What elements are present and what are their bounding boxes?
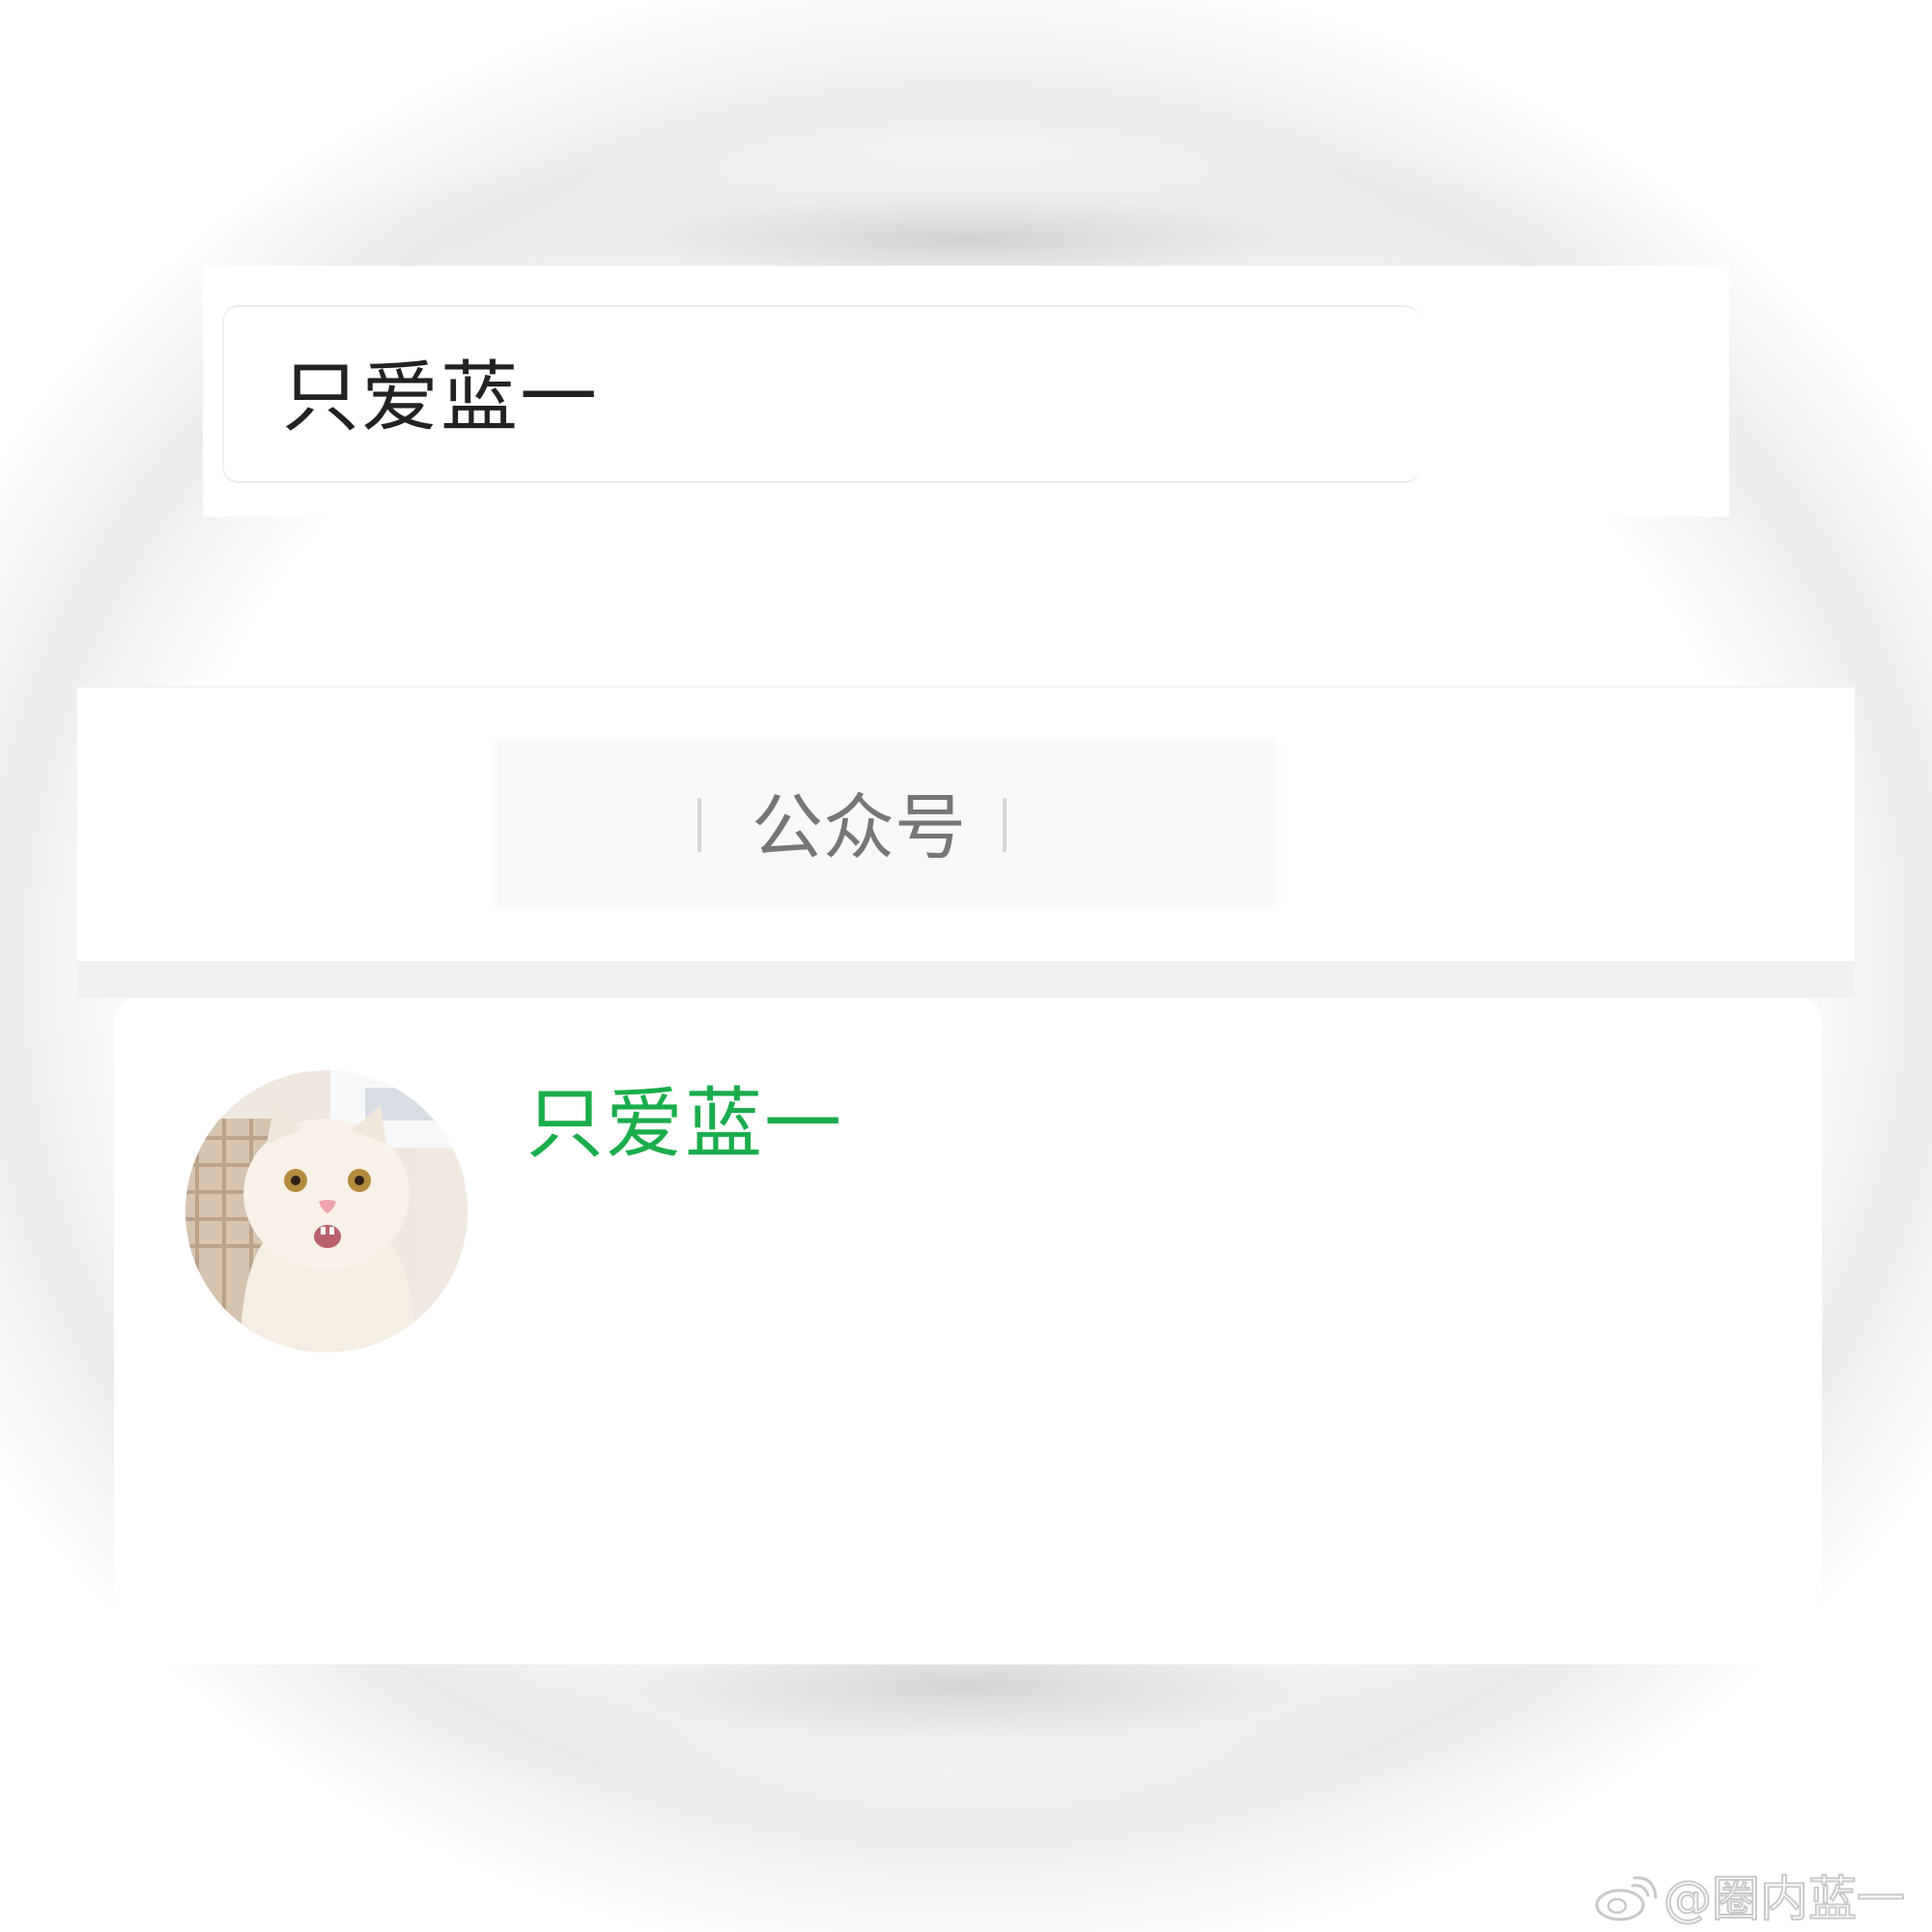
weibo-watermark: @圈内蓝一 <box>1594 1871 1906 1927</box>
search-input-value[interactable]: 只爱蓝一 <box>282 354 599 442</box>
tab-divider-left <box>697 798 701 852</box>
account-name-link[interactable]: 只爱蓝一 <box>526 1080 843 1169</box>
section-divider <box>77 961 1855 998</box>
watermark-text: @圈内蓝一 <box>1662 1871 1906 1927</box>
bottom-shadow-band <box>222 1642 1710 1864</box>
top-shadow-band <box>222 116 1710 270</box>
tab-divider-right <box>1003 798 1007 852</box>
cat-avatar-icon[interactable] <box>185 1070 468 1352</box>
weibo-logo-icon <box>1595 1876 1658 1921</box>
tab-official-accounts[interactable]: 公众号 <box>752 787 966 868</box>
